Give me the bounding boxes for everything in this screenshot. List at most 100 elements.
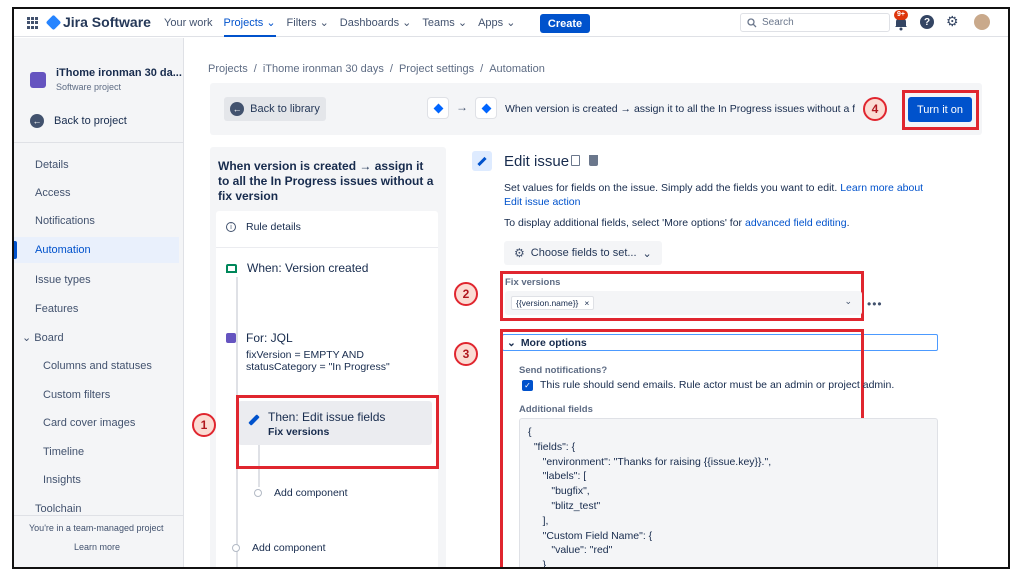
edit-issue-icon [472,151,492,171]
info-icon: i [226,222,236,232]
sidebar-item-insights[interactable]: Insights [14,467,179,493]
choose-fields-button[interactable]: ⚙ Choose fields to set... ⌄ [504,241,662,265]
sidebar-item-notifications[interactable]: Notifications [14,208,179,234]
nav-apps[interactable]: Apps ⌄ [478,9,515,37]
trigger-icon [428,98,448,118]
sidebar-item-automation[interactable]: Automation [14,237,179,263]
sidebar-item-custom-filters[interactable]: Custom filters [14,382,179,408]
app-window: Jira Software Your work Projects ⌄ Filte… [12,7,1010,569]
edit-issue-description: Set values for fields on the issue. Simp… [504,182,924,208]
rule-tree: i Rule details When: Version created For… [216,211,438,567]
app-switcher-icon[interactable] [27,17,39,29]
chevron-down-icon: ⌄ [319,17,329,29]
notification-badge: 9+ [894,10,908,20]
trash-icon[interactable] [589,155,598,166]
additional-fields-editor[interactable]: { "fields": { "environment": "Thanks for… [519,418,938,567]
breadcrumb-separator: / [253,63,257,75]
sidebar-item-columns-statuses[interactable]: Columns and statuses [14,353,179,379]
search-placeholder: Search [762,17,794,28]
sidebar-item-access[interactable]: Access [14,180,179,206]
rule-details-item[interactable]: i Rule details [226,221,301,233]
node-dot-icon [254,489,262,497]
chevron-down-icon: ⌄ [642,247,652,260]
nav-projects[interactable]: Projects ⌄ [223,9,276,37]
annotation-number-1: 1 [192,413,216,437]
nav-filters[interactable]: Filters ⌄ [287,9,329,37]
arrow-right-icon: → [456,100,468,114]
sidebar-item-board[interactable]: ⌄ Board [14,325,179,351]
annotation-box-1 [236,395,439,469]
breadcrumb-projects[interactable]: Projects [208,63,248,75]
settings-gear-icon[interactable]: ⚙ [946,13,959,30]
sidebar-item-card-cover-images[interactable]: Card cover images [14,410,179,436]
turn-it-on-button[interactable]: Turn it on [908,97,972,122]
fix-versions-label: Fix versions [505,277,561,288]
rule-summary: When version is created → assign it to a… [505,103,855,115]
sidebar-item-toolchain[interactable]: Toolchain [14,496,179,522]
chevron-down-icon: ⌄ [402,17,412,29]
sidebar-footer-divider [14,515,183,516]
sidebar-item-timeline[interactable]: Timeline [14,439,179,465]
project-avatar [30,72,46,88]
breadcrumb-separator: / [389,63,393,75]
fix-versions-select[interactable]: {{version.name}} × ⌄ [505,291,862,315]
branch-item[interactable]: For: JQL [226,331,293,345]
breadcrumb-project-settings[interactable]: Project settings [399,63,474,75]
project-sidebar: iThome ironman 30 da... Software project… [14,38,184,567]
jira-logo[interactable]: Jira Software [45,14,151,30]
sidebar-divider [14,142,183,143]
breadcrumb-separator: / [480,63,484,75]
add-component-inner[interactable]: Add component [254,487,348,499]
sidebar-item-features[interactable]: Features [14,296,179,322]
top-navigation: Jira Software Your work Projects ⌄ Filte… [14,9,1008,37]
more-actions-icon[interactable]: ••• [867,297,883,311]
sidebar-item-details[interactable]: Details [14,152,179,178]
project-name[interactable]: iThome ironman 30 da... [56,67,182,79]
search-input[interactable]: Search [740,13,890,32]
breadcrumb: Projects / iThome ironman 30 days / Proj… [208,63,545,75]
send-notifications-label: Send notifications? [519,365,608,376]
user-avatar[interactable] [974,14,990,30]
trigger-version-icon [226,263,237,273]
action-icon [476,98,496,118]
rule-details-divider [216,247,438,248]
trigger-item[interactable]: When: Version created [226,261,368,275]
team-managed-note: You're in a team-managed project [29,523,164,533]
nav-teams[interactable]: Teams ⌄ [422,9,467,37]
edit-issue-title: Edit issue [504,153,570,170]
chevron-down-icon: ⌄ [22,332,32,344]
copy-icon[interactable] [571,155,580,166]
learn-more-link[interactable]: Learn more [74,542,120,552]
nav-menu: Your work Projects ⌄ Filters ⌄ Dashboard… [164,9,526,37]
search-icon [747,17,757,27]
rule-title: When version is created → assign it to a… [218,159,434,203]
advanced-editing-hint: To display additional fields, select 'Mo… [504,217,850,229]
jira-diamond-icon [45,14,62,30]
annotation-number-2: 2 [454,282,478,306]
product-name: Jira Software [63,14,151,30]
create-button[interactable]: Create [540,14,590,33]
back-to-library-button[interactable]: ← Back to library [224,97,326,121]
back-to-project-link[interactable]: ← Back to project [30,114,127,128]
sidebar-item-issue-types[interactable]: Issue types [14,267,179,293]
arrow-left-icon: ← [230,102,245,116]
help-icon[interactable]: ? [920,15,934,29]
nav-dashboards[interactable]: Dashboards ⌄ [340,9,412,37]
nav-your-work[interactable]: Your work [164,9,213,37]
node-dot-icon [232,544,240,552]
chevron-down-icon: ⌄ [266,17,276,29]
rule-outline-panel: When version is created → assign it to a… [210,147,446,567]
breadcrumb-project[interactable]: iThome ironman 30 days [263,63,384,75]
arrow-left-icon: ← [30,114,44,128]
chevron-down-icon: ⌄ [457,17,468,29]
advanced-field-editing-link[interactable]: advanced field editing [745,217,847,229]
additional-fields-label: Additional fields [519,404,593,415]
breadcrumb-automation[interactable]: Automation [489,63,545,75]
remove-chip-icon[interactable]: × [584,298,589,308]
branch-icon [226,333,236,343]
add-component-outer[interactable]: Add component [232,542,326,554]
send-email-checkbox[interactable]: ✓ [522,380,533,391]
project-type: Software project [56,82,122,92]
annotation-number-4: 4 [863,97,887,121]
jql-query: fixVersion = EMPTY AND statusCategory = … [246,349,390,373]
